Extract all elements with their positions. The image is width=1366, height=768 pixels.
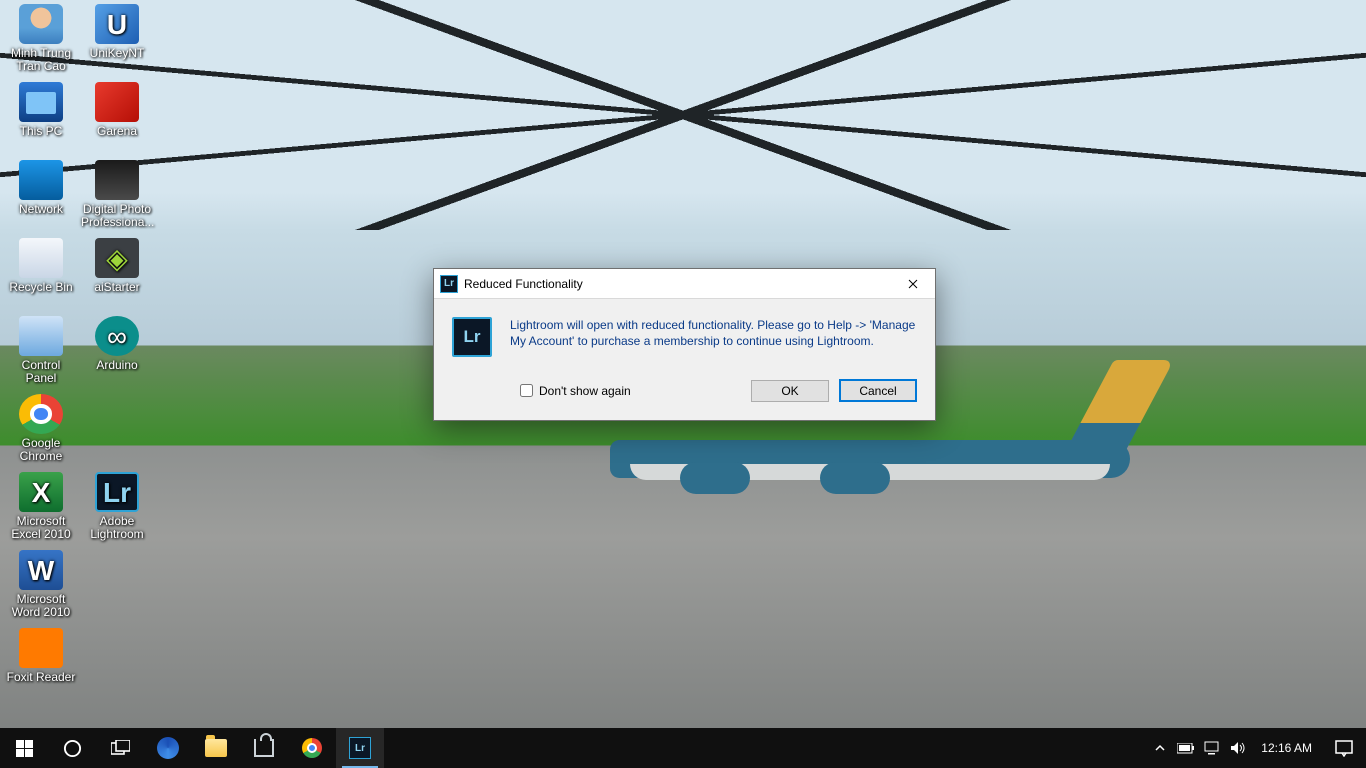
circle-icon: [63, 739, 82, 758]
store-icon: [254, 739, 274, 757]
chrome-icon: [302, 738, 322, 758]
dialog-body: Lr Lightroom will open with reduced func…: [434, 299, 935, 373]
desktop-icon-dpp[interactable]: Digital Photo Professiona...: [80, 160, 154, 229]
desktop-icon-label: Adobe Lightroom: [80, 515, 154, 541]
lightroom-icon: Lr: [349, 737, 371, 759]
control-panel-icon: [19, 316, 63, 356]
desktop-icon-label: Digital Photo Professiona...: [80, 203, 154, 229]
lightroom-icon: Lr: [452, 317, 492, 357]
desktop-icon-recycle-bin[interactable]: Recycle Bin: [4, 238, 78, 294]
desktop-icon-label: Microsoft Excel 2010: [4, 515, 78, 541]
desktop-icon-label: Recycle Bin: [4, 281, 78, 294]
desktop-icon-control-panel[interactable]: Control Panel: [4, 316, 78, 385]
dont-show-again-label: Don't show again: [539, 384, 631, 398]
task-view-icon: [111, 740, 130, 757]
tray-network[interactable]: [1199, 741, 1225, 755]
desktop-icon-label: Control Panel: [4, 359, 78, 385]
desktop-icon-this-pc[interactable]: This PC: [4, 82, 78, 138]
arduino-icon: ∞: [95, 316, 139, 356]
clock-text: 12:16 AM: [1261, 741, 1312, 755]
windows-icon: [16, 740, 33, 757]
desktop-icon-label: UniKeyNT: [80, 47, 154, 60]
taskbar-lightroom[interactable]: Lr: [336, 728, 384, 768]
folder-icon: [205, 739, 227, 757]
tray-overflow-button[interactable]: [1147, 744, 1173, 752]
task-view-button[interactable]: [96, 728, 144, 768]
network-icon: [1204, 741, 1221, 755]
user-icon: [19, 4, 63, 44]
tray-battery[interactable]: [1173, 743, 1199, 754]
camera-app-icon: [95, 160, 139, 200]
desktop-icon-label: aiStarter: [80, 281, 154, 294]
desktop-icon-label: This PC: [4, 125, 78, 138]
lightroom-icon: Lr: [95, 472, 139, 512]
taskbar-chrome[interactable]: [288, 728, 336, 768]
desktop-icon-label: Foxit Reader: [4, 671, 78, 684]
action-center-button[interactable]: [1322, 740, 1366, 757]
taskbar-store[interactable]: [240, 728, 288, 768]
close-button[interactable]: [890, 269, 935, 299]
desktop-icon-label: Google Chrome: [4, 437, 78, 463]
tray-volume[interactable]: [1225, 741, 1251, 755]
dialog-message: Lightroom will open with reduced functio…: [510, 317, 917, 357]
dialog-title: Reduced Functionality: [464, 277, 583, 291]
dont-show-again-checkbox[interactable]: Don't show again: [520, 384, 631, 398]
dialog-reduced-functionality: Lr Reduced Functionality Lr Lightroom wi…: [433, 268, 936, 421]
desktop-icon-unikey[interactable]: U UniKeyNT: [80, 4, 154, 60]
unikey-icon: U: [95, 4, 139, 44]
dialog-titlebar[interactable]: Lr Reduced Functionality: [434, 269, 935, 299]
desktop-icon-word[interactable]: W Microsoft Word 2010: [4, 550, 78, 619]
desktop-icon-excel[interactable]: X Microsoft Excel 2010: [4, 472, 78, 541]
taskbar: Lr 12:16 AM: [0, 728, 1366, 768]
desktop-icon-lightroom[interactable]: Lr Adobe Lightroom: [80, 472, 154, 541]
desktop-icon-garena[interactable]: Garena: [80, 82, 154, 138]
start-button[interactable]: [0, 728, 48, 768]
desktop-icon-chrome[interactable]: Google Chrome: [4, 394, 78, 463]
network-icon: [19, 160, 63, 200]
cortana-button[interactable]: [48, 728, 96, 768]
desktop-icon-label: Minh Trung Tran Cao: [4, 47, 78, 73]
word-icon: W: [19, 550, 63, 590]
foxit-icon: [19, 628, 63, 668]
close-icon: [908, 279, 918, 289]
notification-icon: [1335, 740, 1353, 757]
edge-icon: [157, 737, 179, 759]
desktop-icon-user[interactable]: Minh Trung Tran Cao: [4, 4, 78, 73]
pc-icon: [19, 82, 63, 122]
desktop-icon-aistarter[interactable]: ◈ aiStarter: [80, 238, 154, 294]
ok-button[interactable]: OK: [751, 380, 829, 402]
speaker-icon: [1230, 741, 1246, 755]
desktop-icon-arduino[interactable]: ∞ Arduino: [80, 316, 154, 372]
taskbar-clock[interactable]: 12:16 AM: [1251, 741, 1322, 755]
taskbar-edge[interactable]: [144, 728, 192, 768]
desktop-icon-label: Network: [4, 203, 78, 216]
desktop-icon-label: Arduino: [80, 359, 154, 372]
dont-show-again-input[interactable]: [520, 384, 533, 397]
cancel-button[interactable]: Cancel: [839, 379, 917, 402]
excel-icon: X: [19, 472, 63, 512]
desktop-icon-label: Garena: [80, 125, 154, 138]
desktop-icon-label: Microsoft Word 2010: [4, 593, 78, 619]
system-tray: 12:16 AM: [1147, 728, 1366, 768]
dialog-actions: Don't show again OK Cancel: [434, 373, 935, 420]
desktop-icon-foxit[interactable]: Foxit Reader: [4, 628, 78, 684]
garena-icon: [95, 82, 139, 122]
battery-icon: [1177, 743, 1195, 754]
chrome-icon: [19, 394, 63, 434]
android-icon: ◈: [95, 238, 139, 278]
chevron-up-icon: [1155, 744, 1165, 752]
lightroom-icon: Lr: [440, 275, 458, 293]
taskbar-file-explorer[interactable]: [192, 728, 240, 768]
desktop-icon-network[interactable]: Network: [4, 160, 78, 216]
recycle-bin-icon: [19, 238, 63, 278]
